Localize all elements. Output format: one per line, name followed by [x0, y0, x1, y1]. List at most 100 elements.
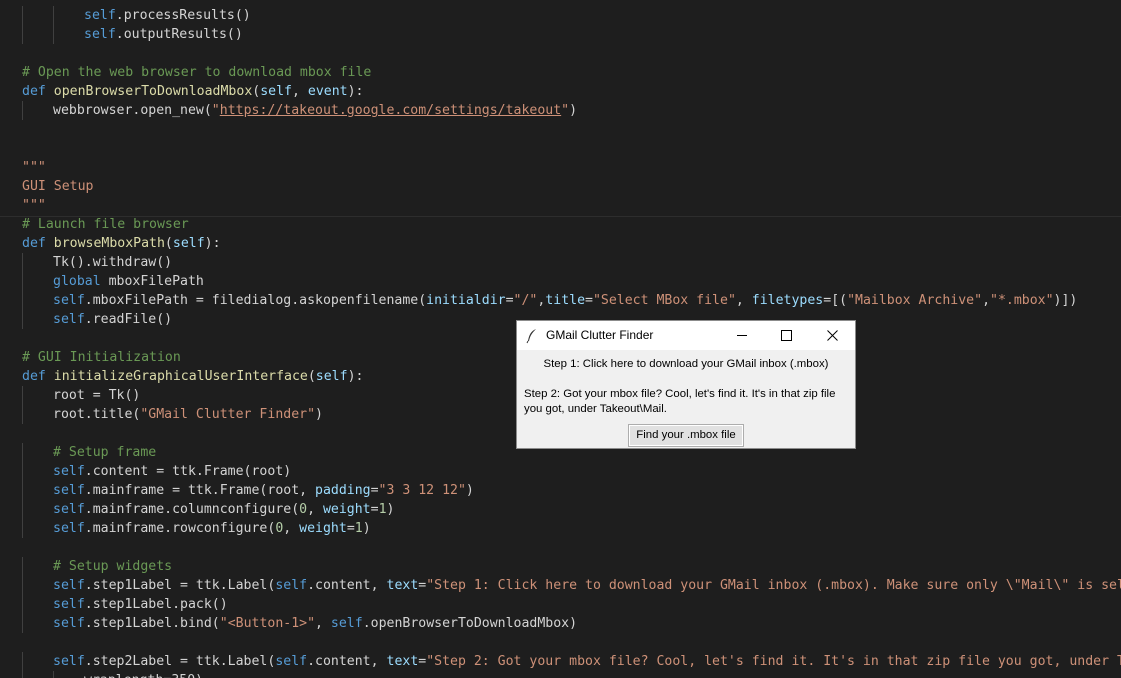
code-token: )]): [1053, 293, 1078, 308]
code-line: self.processResults(): [84, 6, 251, 25]
indent-guide: [22, 595, 23, 614]
code-token: # Open the web browser to download mbox …: [22, 65, 372, 80]
code-token: text: [386, 654, 419, 669]
code-token: webbrowser.open_new(: [53, 103, 212, 118]
close-button[interactable]: [810, 321, 855, 350]
step2-label: Step 2: Got your mbox file? Cool, let's …: [524, 388, 836, 415]
code-token: =: [585, 293, 593, 308]
indent-guide: [22, 6, 23, 25]
indent-guide: [22, 557, 23, 576]
code-line: # Setup frame: [53, 443, 156, 462]
code-token: (: [307, 369, 316, 384]
code-token: "/": [513, 293, 538, 308]
code-token: ):: [347, 84, 364, 99]
code-token: browseMboxPath: [53, 236, 165, 251]
indent-guide: [22, 443, 23, 462]
code-token: 1: [354, 521, 363, 536]
code-token: =[(: [823, 293, 848, 308]
code-token: self: [53, 464, 85, 479]
code-token: # Launch file browser: [22, 217, 189, 232]
code-line: # Setup widgets: [53, 557, 172, 576]
code-token: self: [330, 616, 363, 631]
code-token: ): [315, 407, 323, 422]
code-token: "Select MBox file": [592, 293, 736, 308]
code-token: root.title(: [53, 407, 141, 422]
code-token: filetypes: [751, 293, 824, 308]
code-token: self: [53, 616, 85, 631]
indent-guide: [22, 310, 23, 329]
code-line: wraplength=350): [84, 671, 203, 678]
code-token: def: [22, 369, 54, 384]
code-token: ):: [204, 236, 221, 251]
window-title: GMail Clutter Finder: [546, 328, 654, 342]
code-token: self: [53, 654, 85, 669]
step1-download-link[interactable]: Step 1: Click here to download your GMai…: [517, 357, 855, 372]
code-token: ,: [307, 502, 323, 517]
code-line: root = Tk(): [53, 386, 140, 405]
code-token: padding: [315, 483, 371, 498]
code-line: # Open the web browser to download mbox …: [22, 63, 371, 82]
code-token: initializeGraphicalUserInterface: [53, 369, 308, 384]
code-token: ): [362, 521, 371, 536]
code-token: self: [53, 502, 85, 517]
code-line: self.step1Label.pack(): [53, 595, 228, 614]
code-token: root = Tk(): [53, 388, 141, 403]
code-line: self.outputResults(): [84, 25, 243, 44]
code-line: self.mainframe.rowconfigure(0, weight=1): [53, 519, 371, 538]
code-token: .: [115, 8, 124, 23]
indent-guide: [22, 405, 23, 424]
code-token: .mainframe.columnconfigure(: [84, 502, 300, 517]
code-line: self.readFile(): [53, 310, 172, 329]
code-token: .outputResults(): [115, 27, 243, 42]
close-icon: [827, 330, 838, 341]
indent-guide: [22, 462, 23, 481]
code-token: self: [53, 597, 85, 612]
code-line: global mboxFilePath: [53, 272, 204, 291]
indent-guide: [53, 671, 54, 678]
indent-guide: [22, 652, 23, 671]
code-token: ): [386, 502, 395, 517]
code-token: 1: [378, 502, 387, 517]
code-token: ": [561, 103, 570, 118]
code-line: self.mboxFilePath = filedialog.askopenfi…: [53, 291, 1077, 310]
indent-guide: [22, 272, 23, 291]
code-token: "3 3 12 12": [378, 483, 466, 498]
code-token: wraplength=350): [84, 673, 203, 678]
indent-guide: [22, 671, 23, 678]
code-link[interactable]: https://takeout.google.com/settings/take…: [220, 103, 561, 118]
code-token: ,: [982, 293, 991, 308]
code-token: Tk().withdraw(): [53, 255, 173, 270]
window-titlebar[interactable]: GMail Clutter Finder: [517, 321, 855, 350]
code-token: =: [346, 521, 355, 536]
maximize-button[interactable]: [764, 321, 809, 350]
code-token: weight: [299, 521, 347, 536]
code-token: self: [53, 483, 85, 498]
code-token: =: [370, 502, 379, 517]
code-token: self: [260, 84, 292, 99]
code-line: # GUI Initialization: [22, 348, 181, 367]
code-line: # Launch file browser: [22, 215, 189, 234]
code-line: """: [22, 158, 46, 177]
minimize-button[interactable]: [719, 321, 764, 350]
minimize-icon: [737, 335, 747, 336]
indent-guide: [22, 253, 23, 272]
code-token: ): [465, 483, 474, 498]
indent-guide: [22, 500, 23, 519]
code-token: ,: [283, 521, 300, 536]
code-token: ): [569, 103, 578, 118]
code-token: =: [370, 483, 379, 498]
code-token: ,: [291, 84, 308, 99]
code-token: "GMail Clutter Finder": [140, 407, 316, 422]
code-token: mboxFilePath: [100, 274, 204, 289]
code-token: "<Button-1>": [219, 616, 316, 631]
code-line: root.title("GMail Clutter Finder"): [53, 405, 323, 424]
find-mbox-button[interactable]: Find your .mbox file: [628, 424, 744, 447]
code-token: self: [172, 236, 205, 251]
code-token: self: [84, 27, 116, 42]
code-token: def: [22, 84, 54, 99]
code-line: self.mainframe.columnconfigure(0, weight…: [53, 500, 394, 519]
indent-guide: [22, 481, 23, 500]
code-token: # Setup frame: [53, 445, 157, 460]
code-line: """: [22, 196, 46, 215]
code-token: "Mailbox Archive": [847, 293, 983, 308]
